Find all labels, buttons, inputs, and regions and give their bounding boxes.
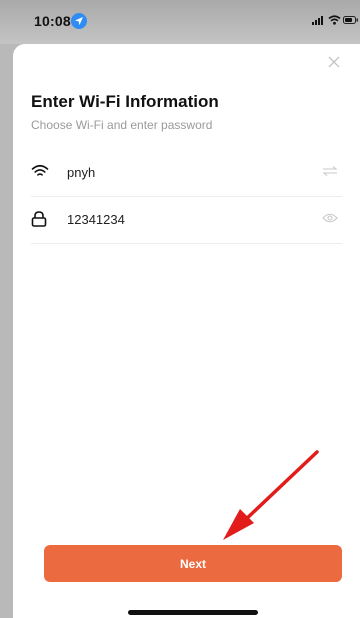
home-indicator — [128, 610, 258, 615]
lock-icon — [31, 211, 47, 227]
page-subtitle: Choose Wi-Fi and enter password — [31, 118, 213, 132]
page-title: Enter Wi-Fi Information — [31, 92, 219, 111]
signal-icon — [312, 16, 323, 25]
location-icon — [71, 13, 87, 29]
status-time: 10:08 — [34, 13, 71, 29]
wifi-name-value: pnyh — [67, 165, 96, 180]
eye-icon[interactable] — [322, 213, 338, 223]
close-icon[interactable] — [327, 55, 341, 69]
wifi-status-icon — [328, 15, 341, 25]
switch-arrows-icon[interactable] — [322, 166, 338, 176]
wifi-icon — [31, 164, 49, 176]
status-bar: 10:08 — [0, 0, 360, 44]
wifi-network-field[interactable]: pnyh — [31, 150, 342, 197]
password-value[interactable]: 12341234 — [67, 212, 125, 227]
screen: 10:08 Enter Wi-Fi Information Choose Wi-… — [0, 0, 360, 618]
battery-icon — [343, 16, 358, 24]
next-button[interactable]: Next — [44, 545, 342, 582]
password-field[interactable]: 12341234 — [31, 197, 342, 244]
